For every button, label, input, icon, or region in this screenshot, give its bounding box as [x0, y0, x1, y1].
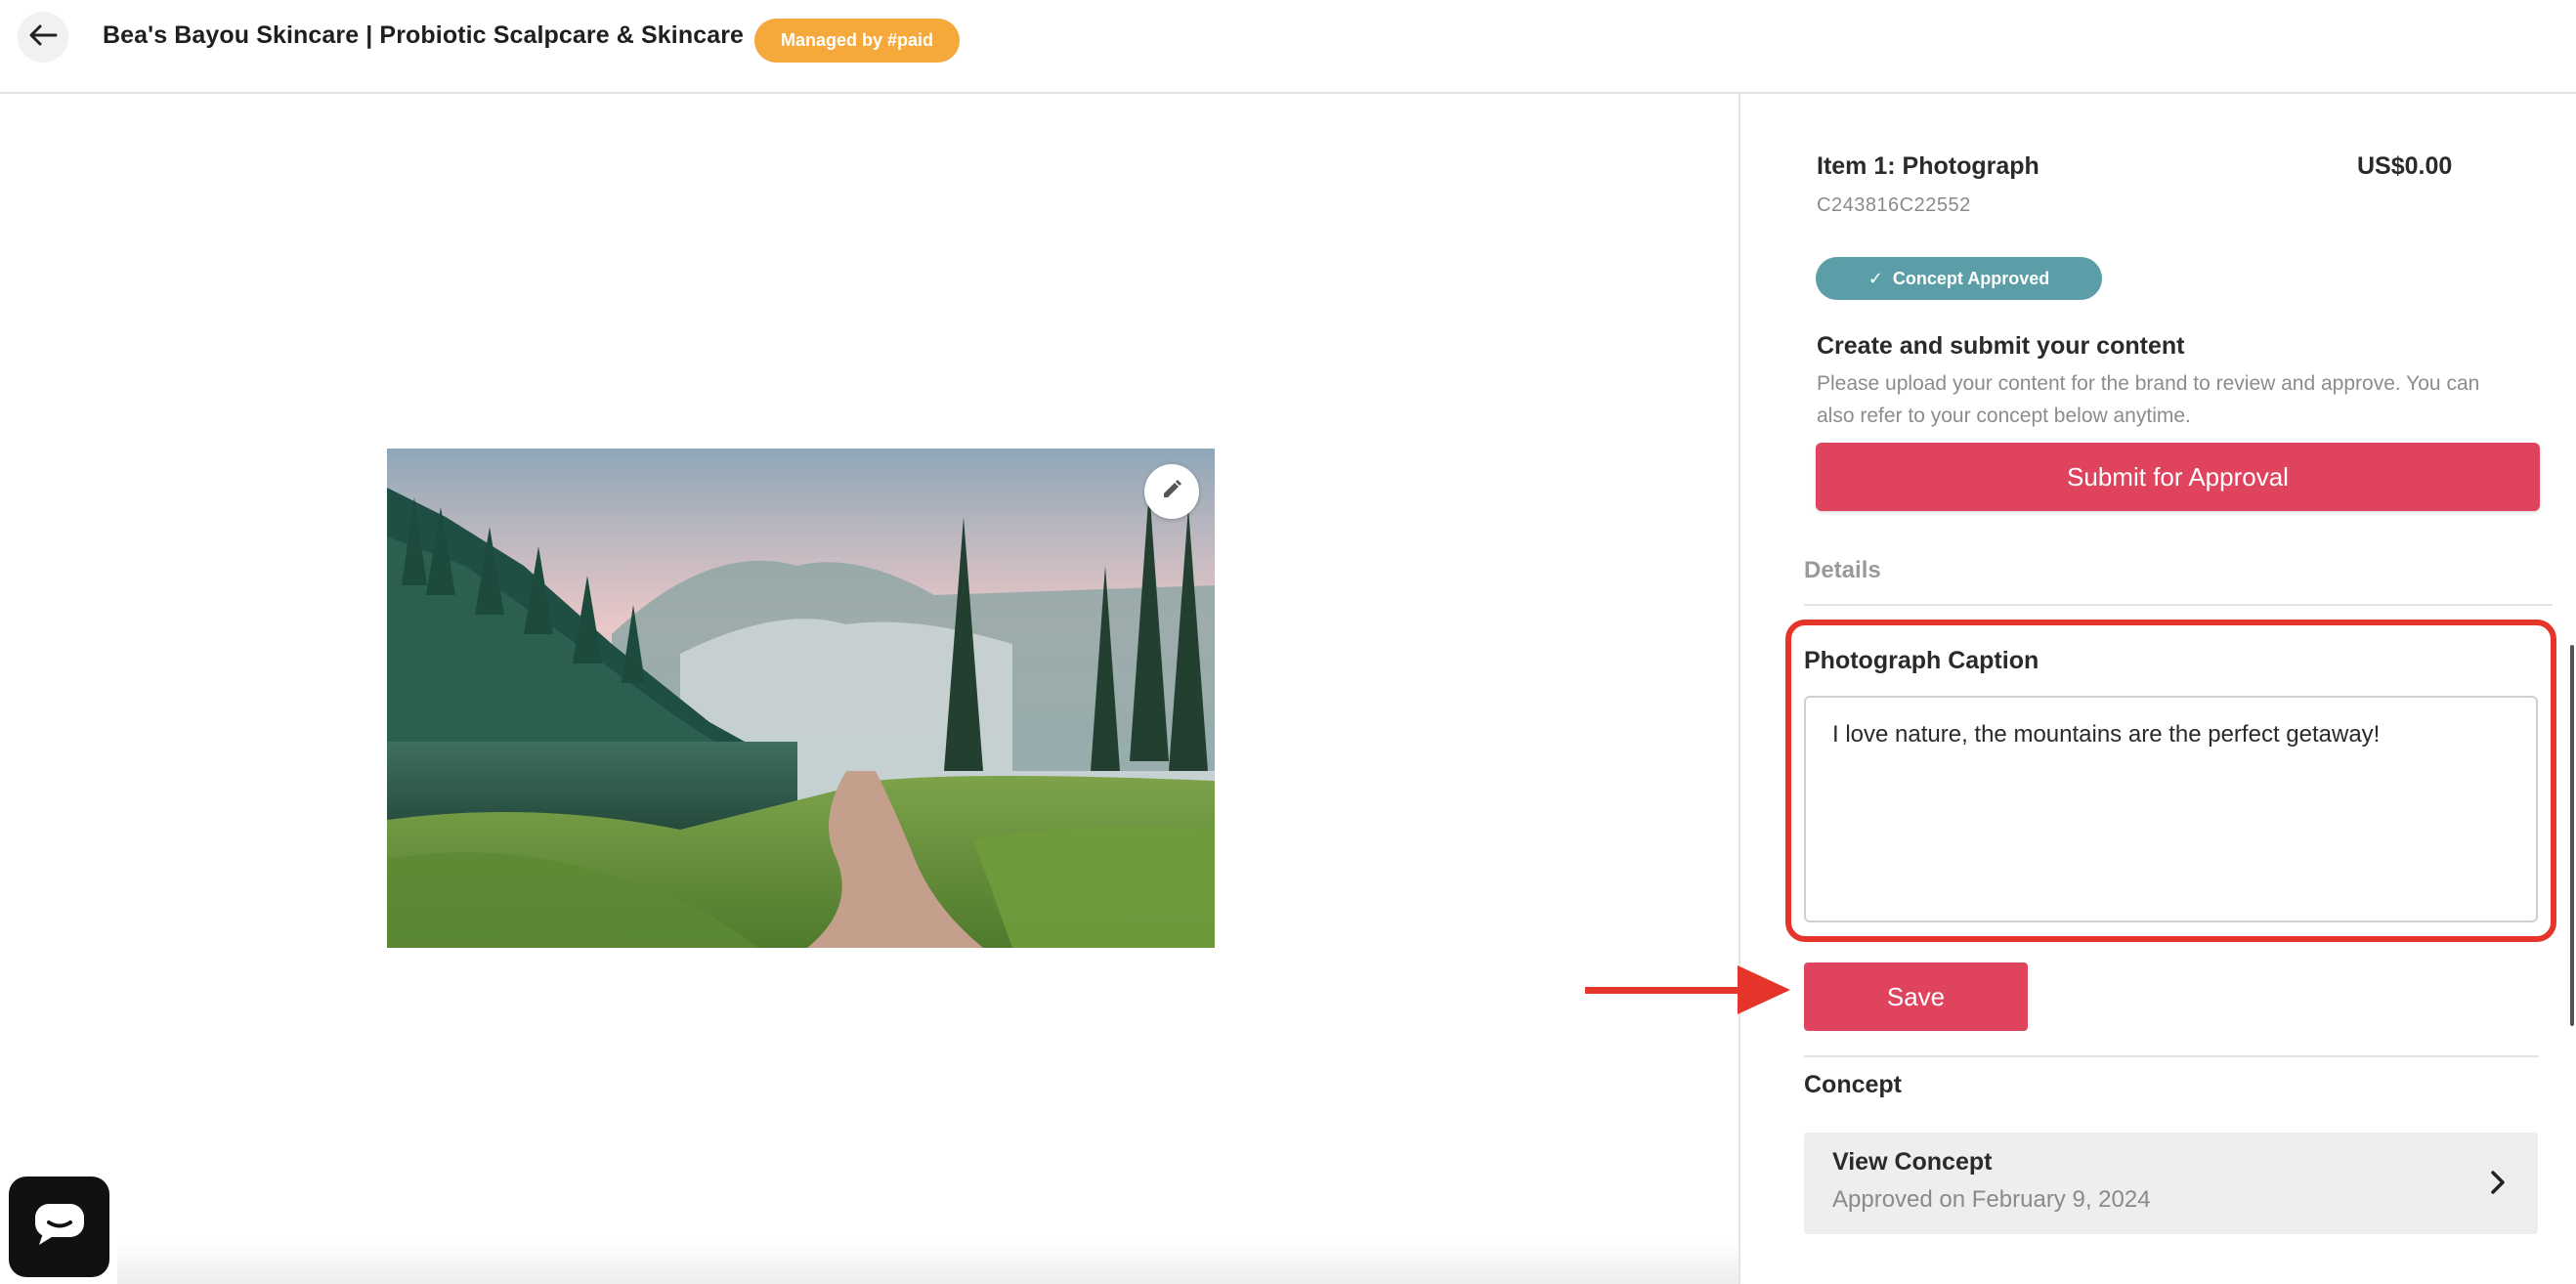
back-button[interactable]	[18, 12, 68, 63]
check-icon: ✓	[1868, 268, 1883, 288]
edit-photo-button[interactable]	[1144, 464, 1199, 519]
item-code: C243816C22552	[1817, 194, 1971, 216]
page-title: Bea's Bayou Skincare | Probiotic Scalpca…	[103, 21, 745, 49]
submit-section-heading: Create and submit your content	[1817, 332, 2185, 360]
top-header: Bea's Bayou Skincare | Probiotic Scalpca…	[0, 0, 2576, 94]
details-label: Details	[1804, 557, 1881, 583]
concept-card-subtitle: Approved on February 9, 2024	[1832, 1186, 2151, 1213]
chat-button[interactable]	[9, 1177, 109, 1277]
arrow-left-icon	[28, 24, 58, 51]
concept-card-title: View Concept	[1832, 1148, 1993, 1176]
annotation-arrow	[1585, 987, 1743, 994]
pencil-icon	[1161, 479, 1182, 505]
panel-scrollbar[interactable]	[2570, 645, 2574, 1026]
concept-heading: Concept	[1804, 1071, 1902, 1098]
annotation-arrow-head	[1738, 965, 1790, 1014]
content-photo	[387, 449, 1215, 948]
chat-bubble-icon	[33, 1202, 86, 1252]
caption-input[interactable]: I love nature, the mountains are the per…	[1804, 696, 2538, 922]
bottom-fade	[117, 1241, 1739, 1284]
caption-label: Photograph Caption	[1804, 647, 2039, 674]
item-price: US$0.00	[2357, 152, 2453, 180]
item-title: Item 1: Photograph	[1817, 152, 2039, 180]
details-divider	[1804, 604, 2553, 606]
managed-badge: Managed by #paid	[754, 19, 961, 63]
submit-for-approval-button[interactable]: Submit for Approval	[1816, 443, 2540, 511]
submit-section-description: Please upload your content for the brand…	[1817, 372, 2480, 427]
save-button[interactable]: Save	[1804, 963, 2028, 1031]
status-label: Concept Approved	[1892, 268, 2050, 288]
panel-divider	[1739, 94, 1740, 1284]
view-concept-card[interactable]: View Concept Approved on February 9, 202…	[1804, 1133, 2538, 1234]
concept-divider	[1804, 1055, 2539, 1057]
chevron-right-icon	[2483, 1168, 2512, 1197]
status-badge: ✓ Concept Approved	[1816, 257, 2102, 300]
